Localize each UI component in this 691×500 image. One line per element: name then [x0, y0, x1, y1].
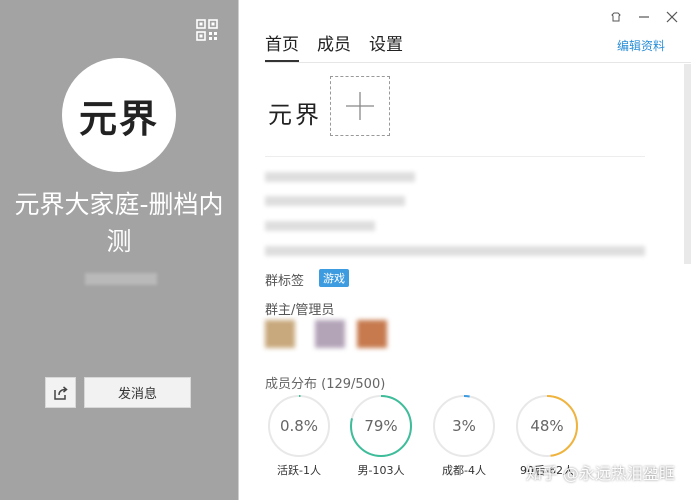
stat-caption: 成都-4人	[442, 464, 486, 477]
qr-code-icon[interactable]	[196, 19, 218, 41]
admin-avatar[interactable]	[315, 320, 345, 348]
plus-icon	[346, 92, 374, 120]
stat-value: 0.8%	[279, 417, 319, 435]
stat-value: 79%	[364, 417, 398, 435]
section-divider	[265, 156, 645, 157]
tags-label: 群标签	[265, 274, 305, 289]
watermark: 知乎 @永远热泪盈眶	[525, 464, 675, 483]
share-icon	[53, 385, 68, 400]
tab-home[interactable]: 首页	[265, 30, 299, 62]
window-controls	[609, 10, 679, 24]
skin-icon[interactable]	[609, 10, 623, 24]
tab-bar: 首页 成员 设置	[265, 30, 403, 62]
stat-region[interactable]: 3% 成都-4人	[432, 394, 496, 477]
stat-age[interactable]: 48% 90后-62人	[515, 394, 579, 477]
group-tag[interactable]: 游戏	[319, 269, 349, 287]
stat-caption: 活跃-1人	[277, 464, 321, 477]
tab-divider	[265, 62, 691, 63]
redacted-row	[265, 246, 645, 256]
tab-members[interactable]: 成员	[317, 30, 351, 62]
stat-male[interactable]: 79% 男-103人	[349, 394, 413, 477]
group-avatar[interactable]: 元界	[62, 58, 176, 172]
stat-value: 3%	[452, 417, 476, 435]
share-button[interactable]	[45, 377, 76, 408]
redacted-row	[265, 196, 405, 206]
group-detail-panel: 首页 成员 设置 编辑资料 元界 群标签 游戏 群主/管理员 成员分布 (129…	[238, 0, 691, 500]
redacted-row	[265, 221, 375, 231]
group-profile-panel: 元界 元界大家庭-删档内测 发消息	[0, 0, 238, 500]
group-name: 元界大家庭-删档内测	[14, 190, 224, 256]
avatar-text: 元界	[78, 95, 159, 141]
close-icon[interactable]	[665, 10, 679, 24]
tab-settings[interactable]: 设置	[369, 30, 403, 62]
group-id-redacted	[85, 273, 157, 285]
stat-caption: 男-103人	[357, 464, 405, 477]
redacted-row	[265, 172, 415, 182]
edit-profile-link[interactable]: 编辑资料	[617, 37, 665, 54]
send-message-button[interactable]: 发消息	[84, 377, 191, 408]
stat-value: 48%	[530, 417, 564, 435]
add-photo-button[interactable]	[330, 76, 390, 136]
scrollbar[interactable]	[684, 64, 691, 264]
admin-avatar[interactable]	[265, 320, 295, 348]
admin-avatar[interactable]	[357, 320, 387, 348]
group-logo-text: 元界	[268, 101, 322, 129]
member-distribution-label: 成员分布 (129/500)	[265, 377, 386, 392]
minimize-icon[interactable]	[637, 10, 651, 24]
admins-label: 群主/管理员	[265, 303, 335, 318]
stat-active[interactable]: 0.8% 活跃-1人	[267, 394, 331, 477]
